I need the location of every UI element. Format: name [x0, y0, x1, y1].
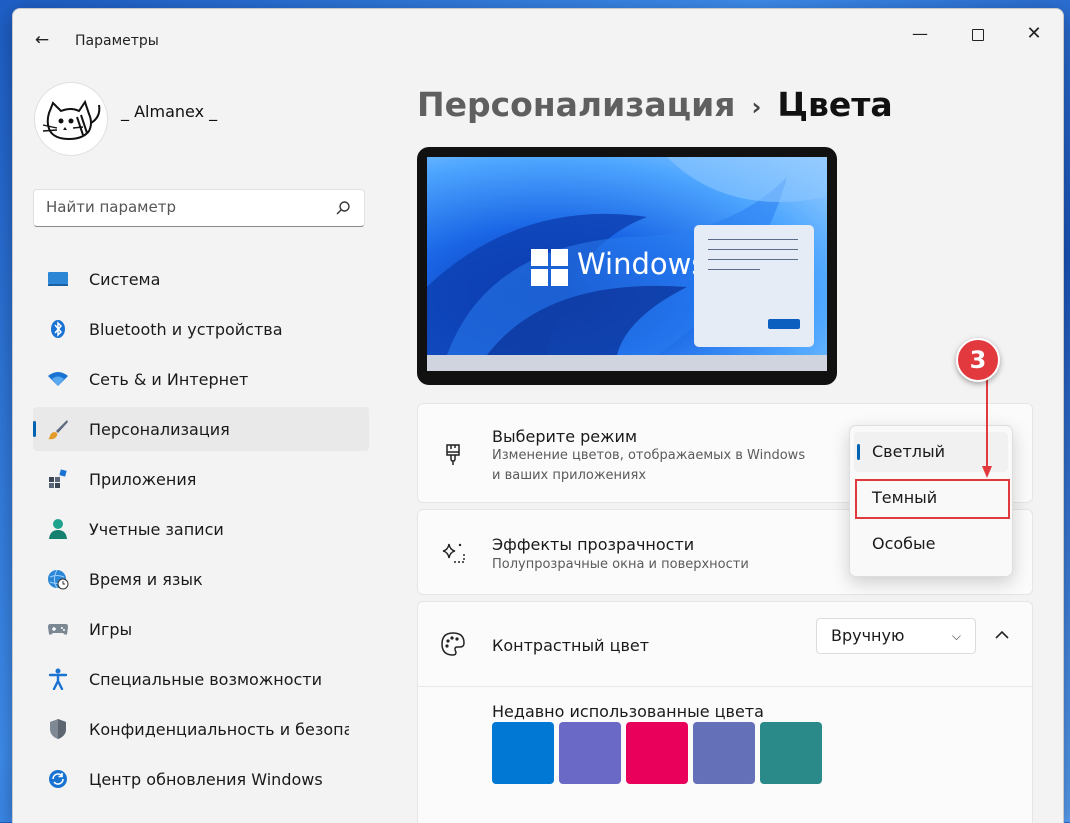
sparkle-icon	[442, 543, 465, 563]
user-name: _ Almanex _	[121, 102, 218, 121]
color-swatch[interactable]	[760, 722, 822, 784]
sidebar-item-label: Система	[89, 269, 161, 289]
search-input[interactable]	[34, 190, 326, 224]
globe-clock-icon	[47, 568, 69, 590]
accent-title: Контрастный цвет	[492, 636, 650, 655]
bluetooth-icon	[47, 318, 69, 340]
sidebar-nav: Система Bluetooth и устройства Сеть & и …	[33, 257, 369, 807]
close-button[interactable]: ✕	[1011, 21, 1057, 47]
transparency-title: Эффекты прозрачности	[492, 535, 695, 554]
paint-brush-icon	[446, 444, 460, 465]
card-divider	[418, 686, 1032, 687]
avatar[interactable]	[35, 83, 107, 155]
person-icon	[47, 518, 69, 540]
minimize-button[interactable]: —	[897, 21, 943, 47]
wifi-icon	[47, 368, 69, 390]
breadcrumb-separator: ›	[751, 92, 762, 121]
mode-option-light[interactable]: Светлый	[854, 432, 1008, 472]
preview-wallpaper: Windows	[427, 157, 827, 355]
sidebar-item-label: Учетные записи	[89, 519, 224, 539]
sidebar-item-label: Сеть & и Интернет	[89, 369, 249, 389]
sidebar-item-label: Приложения	[89, 469, 197, 489]
breadcrumb-parent[interactable]: Персонализация	[417, 85, 735, 124]
color-swatch[interactable]	[492, 722, 554, 784]
search-icon[interactable]	[334, 199, 352, 217]
sidebar-item-label: Конфиденциальность и безопас	[89, 719, 349, 739]
sidebar-item-system[interactable]: Система	[33, 257, 369, 301]
sidebar-item-privacy[interactable]: Конфиденциальность и безопас	[33, 707, 369, 751]
mode-title: Выберите режим	[492, 427, 638, 446]
sidebar-item-windows-update[interactable]: Центр обновления Windows	[33, 757, 369, 801]
cat-avatar-icon	[42, 99, 101, 141]
breadcrumb: Персонализация › Цвета	[417, 85, 893, 124]
preview-brand-text: Windows	[577, 247, 707, 281]
chevron-up-icon[interactable]	[990, 626, 1014, 644]
sidebar-item-gaming[interactable]: Игры	[33, 607, 369, 651]
palette-icon	[441, 632, 465, 656]
mode-subtitle-line2: и ваших приложениях	[492, 468, 647, 483]
sidebar-item-label: Специальные возможности	[89, 669, 323, 689]
sidebar-item-label: Игры	[89, 619, 133, 639]
sidebar-item-label: Персонализация	[89, 419, 230, 439]
search-box[interactable]	[33, 189, 365, 227]
recent-colors-label: Недавно использованные цвета	[492, 702, 764, 721]
theme-preview: Windows	[417, 147, 837, 385]
sidebar-item-label: Bluetooth и устройства	[89, 319, 283, 339]
update-icon	[47, 768, 69, 790]
chevron-down-icon: ⌵	[951, 629, 961, 643]
windows-logo-icon	[531, 249, 569, 287]
mode-option-custom[interactable]: Особые	[854, 524, 1008, 564]
shield-icon	[47, 718, 69, 740]
sidebar-item-label: Время и язык	[89, 569, 203, 589]
annotation-highlight-box	[855, 479, 1010, 519]
transparency-subtitle: Полупрозрачные окна и поверхности	[492, 557, 749, 572]
back-button[interactable]: ←	[31, 29, 53, 51]
apps-icon	[47, 468, 69, 490]
sidebar-item-network[interactable]: Сеть & и Интернет	[33, 357, 369, 401]
annotation-step-badge: 3	[956, 338, 1000, 382]
sidebar-item-time-language[interactable]: Время и язык	[33, 557, 369, 601]
page-title: Цвета	[777, 85, 893, 124]
sidebar-item-personalization[interactable]: Персонализация	[33, 407, 369, 451]
app-title: Параметры	[75, 33, 159, 49]
maximize-icon	[972, 28, 984, 41]
brush-icon	[47, 418, 69, 440]
maximize-button[interactable]	[955, 21, 1001, 47]
sidebar-item-apps[interactable]: Приложения	[33, 457, 369, 501]
preview-dialog	[694, 225, 814, 347]
gamepad-icon	[47, 618, 69, 640]
title-bar: ← Параметры — ✕	[13, 9, 1063, 55]
color-swatch[interactable]	[693, 722, 755, 784]
color-swatch[interactable]	[559, 722, 621, 784]
accent-mode-value: Вручную	[831, 626, 905, 645]
monitor-icon	[47, 268, 69, 290]
sidebar-item-bluetooth[interactable]: Bluetooth и устройства	[33, 307, 369, 351]
accessibility-icon	[47, 668, 69, 690]
sidebar-item-label: Центр обновления Windows	[89, 769, 323, 789]
mode-subtitle-line1: Изменение цветов, отображаемых в Windows	[492, 448, 806, 463]
sidebar-item-accounts[interactable]: Учетные записи	[33, 507, 369, 551]
preview-taskbar	[427, 355, 827, 371]
accent-mode-select[interactable]: Вручную ⌵	[816, 618, 976, 654]
color-swatch[interactable]	[626, 722, 688, 784]
accent-color-card: Контрастный цвет Вручную ⌵ Недавно испол…	[417, 601, 1033, 823]
settings-window: ← Параметры — ✕ _ Almanex _ Найти параме…	[12, 8, 1064, 823]
sidebar-item-accessibility[interactable]: Специальные возможности	[33, 657, 369, 701]
